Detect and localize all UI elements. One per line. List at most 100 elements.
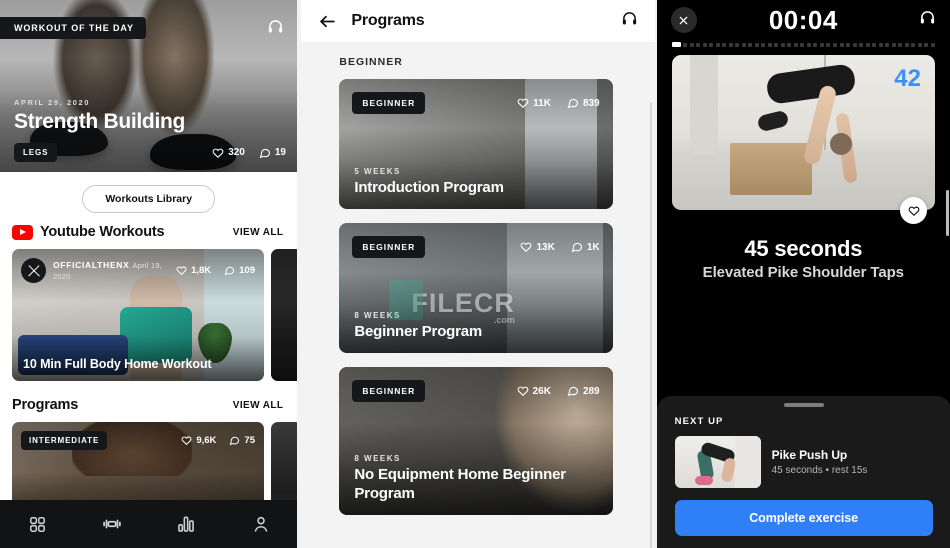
program-card-header: BEGINNER 11K 839 <box>352 92 600 114</box>
youtube-video-card-next-peek[interactable] <box>271 249 298 381</box>
program-card-comment-stat[interactable]: 75 <box>229 435 255 446</box>
progress-segment <box>852 42 857 47</box>
program-like-count: 13K <box>536 241 555 253</box>
exercise-video[interactable]: 42 <box>671 55 935 210</box>
youtube-card-comment-count: 109 <box>239 265 255 276</box>
video-athlete-torso <box>764 63 857 105</box>
program-like-stat[interactable]: 11K <box>517 97 551 109</box>
sidebar-item-dashboard[interactable] <box>0 515 75 534</box>
program-duration: 5 WEEKS <box>354 166 401 176</box>
workout-top-bar: 00:04 <box>657 0 950 40</box>
programs-screen: Programs BEGINNER BEGINNER 11K 839 5 WEE… <box>301 0 655 548</box>
headphones-icon[interactable] <box>919 9 936 31</box>
rep-counter: 42 <box>894 65 921 92</box>
youtube-card-author-name: OFFICIALTHENX <box>53 259 130 270</box>
program-comment-count: 1K <box>586 241 600 253</box>
progress-segment <box>754 42 759 47</box>
favorite-button[interactable] <box>900 197 927 224</box>
program-stats: 26K 289 <box>517 385 600 397</box>
program-level-badge: BEGINNER <box>352 92 426 114</box>
workout-of-the-day-hero[interactable]: WORKOUT OF THE DAY APRIL 29, 2020 Streng… <box>0 0 298 172</box>
program-comment-stat[interactable]: 839 <box>567 97 600 109</box>
hero-comment-stat[interactable]: 19 <box>259 147 286 159</box>
program-stats: 13K 1K <box>520 241 600 253</box>
progress-segment <box>832 42 837 47</box>
program-card-like-stat[interactable]: 9,6K <box>181 435 216 446</box>
program-comment-stat[interactable]: 289 <box>567 385 600 397</box>
program-name: Beginner Program <box>354 322 483 340</box>
program-comment-count: 289 <box>582 385 600 397</box>
next-up-thumbnail <box>674 436 761 488</box>
program-list-item[interactable]: BEGINNER 13K 1K 8 WEEKS Beginner Program <box>339 223 613 353</box>
sidebar-item-stats[interactable] <box>149 514 224 534</box>
heart-icon <box>517 98 529 109</box>
program-like-stat[interactable]: 13K <box>520 241 555 253</box>
headphones-icon[interactable] <box>621 10 638 32</box>
progress-segment <box>735 42 740 47</box>
progress-segment <box>839 42 844 47</box>
dumbbell-icon <box>102 519 121 529</box>
youtube-card-like-stat[interactable]: 1,8K <box>176 265 211 276</box>
workout-progress-bar[interactable] <box>657 40 950 47</box>
sidebar-item-profile[interactable] <box>224 514 298 534</box>
avatar <box>21 258 46 283</box>
hero-meta-row: LEGS 320 19 <box>14 143 286 162</box>
program-stats: 11K 839 <box>517 97 600 109</box>
workouts-library-button[interactable]: Workouts Library <box>82 185 216 213</box>
heart-icon <box>908 206 919 216</box>
workouts-library-row: Workouts Library <box>0 172 298 224</box>
back-arrow-icon[interactable] <box>318 12 337 31</box>
programs-scrollbar[interactable] <box>649 102 652 548</box>
youtube-section-title: Youtube Workouts <box>40 224 165 240</box>
next-up-title: Pike Push Up <box>771 448 848 462</box>
program-like-stat[interactable]: 26K <box>517 385 551 397</box>
program-comment-stat[interactable]: 1K <box>571 241 600 253</box>
programs-list[interactable]: BEGINNER BEGINNER 11K 839 5 WEEKS Introd… <box>301 42 655 548</box>
programs-view-all-link[interactable]: VIEW ALL <box>233 400 284 411</box>
hero-like-stat[interactable]: 320 <box>212 147 245 159</box>
bottom-tab-bar <box>0 500 298 548</box>
programs-section-title: Programs <box>12 397 79 413</box>
programs-section-label: BEGINNER <box>339 56 403 68</box>
progress-segment <box>885 42 890 47</box>
complete-exercise-button[interactable]: Complete exercise <box>674 500 933 536</box>
workout-of-the-day-badge-label: WORKOUT OF THE DAY <box>0 17 146 39</box>
program-card-footer: 8 WEEKS Beginner Program <box>354 311 598 341</box>
progress-segment <box>846 42 851 47</box>
youtube-card-comment-stat[interactable]: 109 <box>224 265 255 276</box>
youtube-video-card[interactable]: OFFICIALTHENX April 19, 2020 1,8K 109 10… <box>12 249 264 381</box>
hero-stats: 320 19 <box>212 147 286 159</box>
progress-segment <box>722 42 727 47</box>
workout-of-the-day-badge: WORKOUT OF THE DAY <box>0 17 146 39</box>
hero-date: APRIL 29, 2020 <box>14 98 91 107</box>
program-card-like-count: 9,6K <box>196 435 217 446</box>
progress-segment <box>787 42 792 47</box>
program-card-level-badge: INTERMEDIATE <box>21 431 108 450</box>
workout-scrollbar[interactable] <box>946 190 949 236</box>
program-list-item[interactable]: BEGINNER 26K 289 8 WEEKS No Equipment Ho… <box>339 367 613 515</box>
sheet-drag-handle[interactable] <box>783 403 824 407</box>
progress-segment <box>774 42 779 47</box>
hero-title: Strength Building <box>14 110 186 133</box>
program-name: No Equipment Home Beginner Program <box>354 466 566 502</box>
youtube-view-all-link[interactable]: VIEW ALL <box>233 227 284 238</box>
video-athlete-head <box>829 133 852 155</box>
program-list-item[interactable]: BEGINNER 11K 839 5 WEEKS Introduction Pr… <box>339 79 613 209</box>
youtube-card-carousel[interactable]: OFFICIALTHENX April 19, 2020 1,8K 109 10… <box>0 249 298 381</box>
next-up-item[interactable]: Pike Push Up 45 seconds • rest 15s <box>674 436 933 488</box>
headphones-icon[interactable] <box>267 18 284 40</box>
next-up-sheet: NEXT UP Pike Push Up 45 seconds • rest 1… <box>656 396 950 548</box>
youtube-card-stats: 1,8K 109 <box>176 265 255 276</box>
sidebar-item-workouts[interactable] <box>75 513 150 535</box>
programs-top-bar: Programs <box>301 0 655 42</box>
progress-segment <box>865 42 870 47</box>
youtube-logo-icon <box>12 224 33 240</box>
comment-icon <box>567 386 578 397</box>
hero-muscle-tag: LEGS <box>14 143 58 162</box>
program-like-count: 26K <box>532 385 551 397</box>
page-title: Programs <box>351 12 425 29</box>
program-card-comment-count: 75 <box>244 435 255 446</box>
bar-chart-icon <box>178 516 195 532</box>
video-decor-pillar <box>689 55 718 155</box>
program-comment-count: 839 <box>582 97 600 109</box>
